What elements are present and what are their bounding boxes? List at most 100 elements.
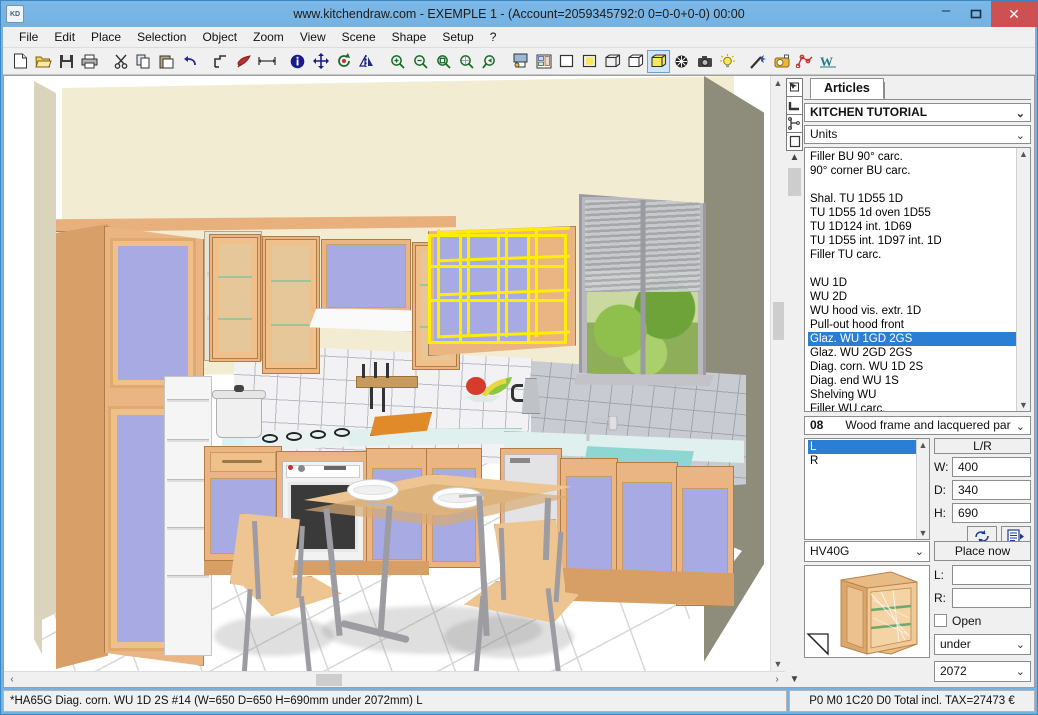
copy-icon[interactable]	[132, 50, 155, 73]
print-preview-icon[interactable]	[509, 50, 532, 73]
viewport-scroll-right-arrow[interactable]: ›	[769, 674, 785, 685]
handedness-option-r[interactable]: R	[808, 454, 916, 468]
save-disk-icon[interactable]	[55, 50, 78, 73]
list-item[interactable]: Shelving WU	[808, 388, 1016, 402]
list-item[interactable]: Diag. end WU 1S	[808, 374, 1016, 388]
list-item[interactable]: WU 2D	[808, 290, 1016, 304]
variant-dropdown[interactable]: HV40G ⌄	[804, 541, 930, 562]
family-dropdown[interactable]: Units ⌄	[804, 125, 1031, 144]
right-offset-input[interactable]	[952, 588, 1031, 608]
menu-file[interactable]: File	[11, 28, 46, 46]
render-view-icon[interactable]	[670, 50, 693, 73]
viewport-scroll-up-arrow[interactable]: ▲	[774, 76, 783, 90]
info-icon[interactable]	[286, 50, 309, 73]
zoom-in-icon[interactable]	[386, 50, 409, 73]
viewport-vertical-scrollbar[interactable]: ▲ ▼	[770, 76, 785, 671]
list-item[interactable]: Filler BU 90° carc.	[808, 150, 1016, 164]
menu-scene[interactable]: Scene	[334, 28, 384, 46]
handedness-scroll-up-arrow[interactable]: ▲	[919, 439, 928, 451]
handedness-listbox[interactable]: L R ▲ ▼	[804, 438, 930, 540]
zoom-previous-icon[interactable]	[478, 50, 501, 73]
dimension-icon[interactable]	[255, 50, 278, 73]
menu-place[interactable]: Place	[83, 28, 129, 46]
hidden-line-view-icon[interactable]	[624, 50, 647, 73]
list-scroll-down-arrow[interactable]: ▼	[1019, 399, 1028, 411]
worktop-icon[interactable]: W	[816, 50, 839, 73]
height-input[interactable]: 690	[952, 503, 1031, 523]
list-item[interactable]: TU 1D55 int. 1D97 int. 1D	[808, 234, 1016, 248]
handedness-option-l[interactable]: L	[808, 440, 916, 454]
catalog-dropdown[interactable]: KITCHEN TUTORIAL ⌄	[804, 103, 1031, 122]
zoom-out-icon[interactable]	[409, 50, 432, 73]
new-document-icon[interactable]	[9, 50, 32, 73]
viewport-vscroll-thumb[interactable]	[773, 302, 784, 340]
list-item[interactable]: WU hood vis. extr. 1D	[808, 304, 1016, 318]
solid-view-icon[interactable]	[647, 50, 670, 73]
list-item[interactable]: Pull-out hood front	[808, 318, 1016, 332]
close-button[interactable]: ✕	[991, 1, 1037, 27]
print-icon[interactable]	[78, 50, 101, 73]
minimize-button[interactable]: –	[931, 1, 961, 27]
list-item[interactable]: Glaz. WU 2GD 2GS	[808, 346, 1016, 360]
magic-wand-icon[interactable]	[747, 50, 770, 73]
wall-icon[interactable]	[209, 50, 232, 73]
height-reference-dropdown[interactable]: 2072 ⌄	[934, 661, 1031, 682]
viewport-scroll-down-arrow[interactable]: ▼	[774, 657, 783, 671]
viewport-hscroll-thumb[interactable]	[316, 674, 342, 686]
lr-button[interactable]: L/R	[934, 438, 1031, 454]
select-tool-icon[interactable]	[786, 78, 803, 97]
plan-view-icon[interactable]	[532, 50, 555, 73]
open-checkbox[interactable]	[934, 614, 947, 627]
object-icon[interactable]	[232, 50, 255, 73]
menu-edit[interactable]: Edit	[46, 28, 83, 46]
menu-view[interactable]: View	[292, 28, 334, 46]
place-now-button[interactable]: Place now	[934, 541, 1031, 561]
dimension-tool-icon[interactable]	[786, 114, 803, 133]
menu-help[interactable]: ?	[482, 28, 505, 46]
light-bulb-icon[interactable]	[716, 50, 739, 73]
position-dropdown[interactable]: under ⌄	[934, 634, 1031, 655]
article-list-scrollbar[interactable]: ▲ ▼	[1016, 148, 1030, 411]
list-item[interactable]: Shal. TU 1D55 1D	[808, 192, 1016, 206]
viewport-horizontal-scrollbar[interactable]: ‹ ›	[4, 671, 785, 687]
article-tool-icon[interactable]	[786, 132, 803, 151]
list-item[interactable]: 90° corner BU carc.	[808, 164, 1016, 178]
list-scroll-up-arrow[interactable]: ▲	[1019, 148, 1028, 160]
white-view-icon[interactable]	[555, 50, 578, 73]
camera-icon[interactable]	[693, 50, 716, 73]
polyline-icon[interactable]	[793, 50, 816, 73]
list-item[interactable]: Filler WU carc.	[808, 402, 1016, 411]
list-item[interactable]: TU 1D55 1d oven 1D55	[808, 206, 1016, 220]
panel-scroll-up-arrow[interactable]: ▲	[790, 150, 800, 165]
menu-object[interactable]: Object	[194, 28, 245, 46]
left-offset-input[interactable]	[952, 565, 1031, 585]
wall-tool-icon[interactable]	[786, 96, 803, 115]
cut-scissors-icon[interactable]	[109, 50, 132, 73]
selected-object-highlight[interactable]	[428, 234, 567, 344]
handedness-scrollbar[interactable]: ▲ ▼	[916, 439, 929, 539]
width-input[interactable]: 400	[952, 457, 1031, 477]
handedness-scroll-down-arrow[interactable]: ▼	[919, 527, 928, 539]
viewport-scroll-left-arrow[interactable]: ‹	[4, 674, 20, 685]
open-checkbox-row[interactable]: Open	[934, 611, 1031, 631]
move-icon[interactable]	[309, 50, 332, 73]
3d-viewport[interactable]	[4, 76, 770, 671]
zoom-all-icon[interactable]	[455, 50, 478, 73]
mirror-icon[interactable]	[355, 50, 378, 73]
article-preview[interactable]	[804, 565, 930, 658]
menu-zoom[interactable]: Zoom	[245, 28, 292, 46]
menu-selection[interactable]: Selection	[129, 28, 194, 46]
rotate-icon[interactable]	[332, 50, 355, 73]
wireframe-view-icon[interactable]	[601, 50, 624, 73]
list-item[interactable]: TU 1D124 int. 1D69	[808, 220, 1016, 234]
zoom-window-icon[interactable]	[432, 50, 455, 73]
finish-dropdown[interactable]: 08 Wood frame and lacquered par ⌄	[804, 416, 1031, 435]
tape-measure-icon[interactable]	[770, 50, 793, 73]
list-item[interactable]: Filler TU carc.	[808, 248, 1016, 262]
article-listbox[interactable]: Filler BU 90° carc. 90° corner BU carc. …	[804, 147, 1031, 412]
list-item-selected[interactable]: Glaz. WU 1GD 2GS	[808, 332, 1016, 346]
panel-scroll-thumb[interactable]	[788, 168, 801, 196]
tab-articles[interactable]: Articles	[810, 78, 884, 99]
list-item[interactable]: WU 1D	[808, 276, 1016, 290]
list-item[interactable]: Diag. corn. WU 1D 2S	[808, 360, 1016, 374]
